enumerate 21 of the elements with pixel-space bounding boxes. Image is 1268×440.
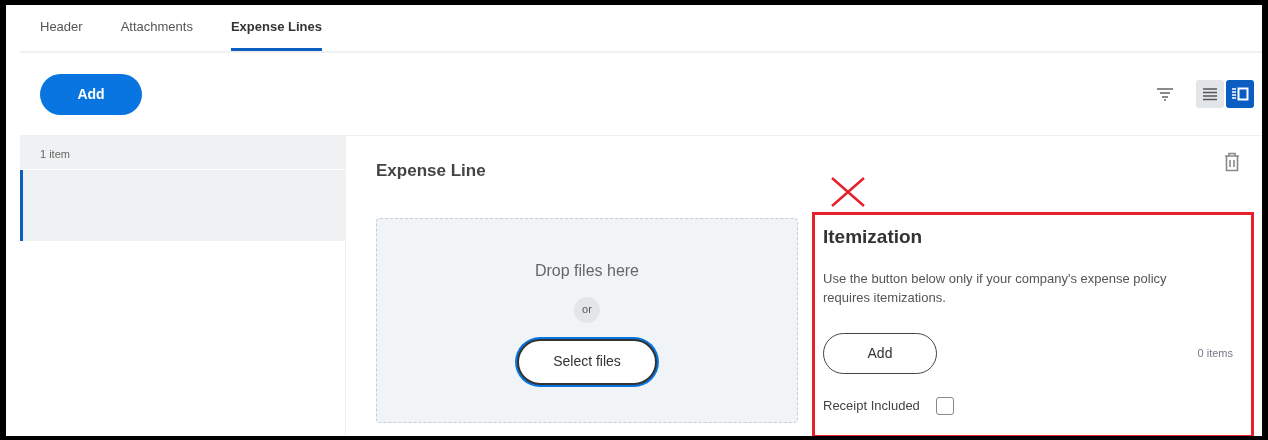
- list-lines-icon: [1202, 87, 1218, 101]
- item-count: 1 item: [40, 147, 70, 162]
- file-drop-zone[interactable]: Drop files here or Select files: [376, 217, 798, 423]
- tab[interactable]: Header: [40, 5, 83, 51]
- detail-panel-icon: [1231, 87, 1249, 101]
- drop-prompt: Drop files here: [534, 260, 639, 281]
- tab[interactable]: Expense Lines: [230, 5, 322, 51]
- receipt-label: Receipt Included: [823, 397, 920, 415]
- cross-mark-icon: [830, 175, 866, 208]
- list-view-button[interactable]: [1196, 80, 1224, 108]
- receipt-checkbox[interactable]: [935, 396, 954, 415]
- section-title: Expense Line: [376, 160, 486, 182]
- itemization-title: Itemization: [823, 224, 924, 249]
- itemization-count: 0 items: [1197, 346, 1233, 362]
- filter-icon[interactable]: [1156, 87, 1174, 101]
- itemization-description: Use the button below only if your company's expense policy requires itemizations.: [823, 270, 1168, 307]
- select-files-button[interactable]: Select files: [517, 338, 657, 385]
- trash-icon[interactable]: [1224, 152, 1240, 172]
- add-button[interactable]: Add: [40, 73, 142, 115]
- tab[interactable]: Attachments: [120, 5, 193, 51]
- detail-view-button[interactable]: [1226, 80, 1254, 108]
